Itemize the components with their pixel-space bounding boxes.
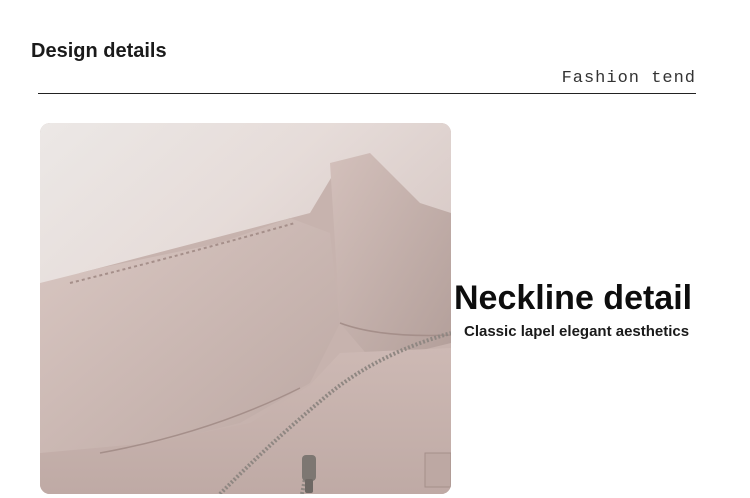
product-photo	[40, 123, 451, 494]
title-divider	[38, 93, 696, 94]
collar-closeup-image	[40, 123, 451, 494]
feature-caption: Classic lapel elegant aesthetics	[464, 323, 690, 340]
section-title: Design details	[31, 40, 167, 62]
feature-heading: Neckline detail	[454, 279, 693, 317]
section-subtitle: Fashion tend	[561, 69, 696, 88]
